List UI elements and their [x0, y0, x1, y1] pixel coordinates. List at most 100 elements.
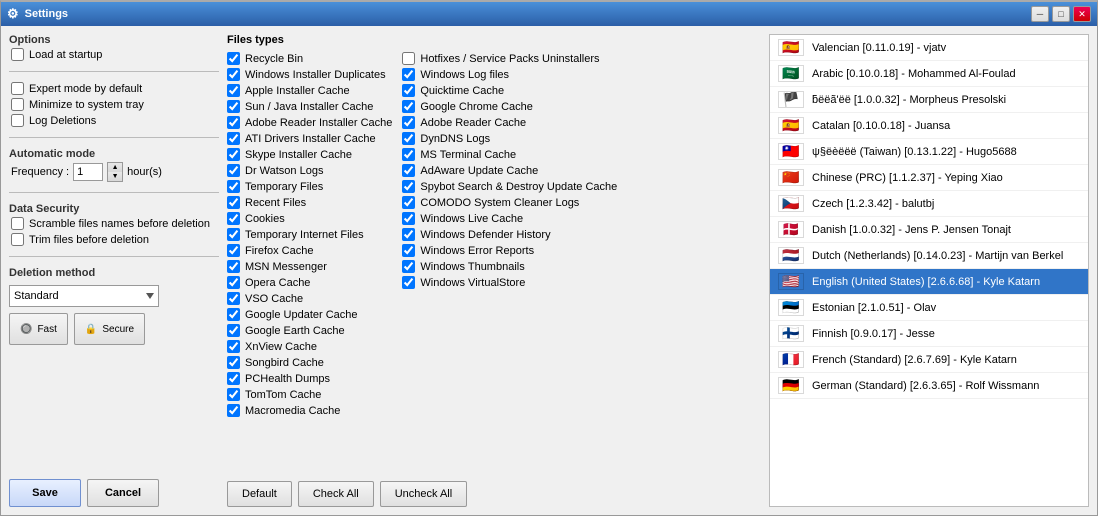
maximize-button[interactable]: □ [1052, 6, 1070, 22]
checkbox-item[interactable]: Adobe Reader Cache [402, 116, 617, 129]
language-item[interactable]: 🇪🇸Catalan [0.10.0.18] - Juansa [770, 113, 1088, 139]
language-item[interactable]: 🇺🇸English (United States) [2.6.6.68] - K… [770, 269, 1088, 295]
expert-mode-row[interactable]: Expert mode by default [11, 82, 219, 95]
log-deletions-row[interactable]: Log Deletions [11, 114, 219, 127]
check-all-button[interactable]: Check All [298, 481, 374, 507]
deletion-method-select[interactable]: Standard [9, 285, 159, 307]
file-type-checkbox[interactable] [402, 52, 415, 65]
checkbox-item[interactable]: Windows Error Reports [402, 244, 617, 257]
cancel-button[interactable]: Cancel [87, 479, 159, 507]
checkbox-item[interactable]: AdAware Update Cache [402, 164, 617, 177]
file-type-checkbox[interactable] [227, 292, 240, 305]
checkbox-item[interactable]: Macromedia Cache [227, 404, 392, 417]
file-type-checkbox[interactable] [227, 260, 240, 273]
file-type-checkbox[interactable] [402, 260, 415, 273]
checkbox-item[interactable]: Windows Installer Duplicates [227, 68, 392, 81]
minimize-tray-checkbox[interactable] [11, 98, 24, 111]
spinner-down[interactable]: ▼ [108, 172, 122, 181]
checkbox-item[interactable]: Skype Installer Cache [227, 148, 392, 161]
checkbox-item[interactable]: Quicktime Cache [402, 84, 617, 97]
checkbox-item[interactable]: Spybot Search & Destroy Update Cache [402, 180, 617, 193]
file-type-checkbox[interactable] [227, 228, 240, 241]
file-type-checkbox[interactable] [227, 324, 240, 337]
file-type-checkbox[interactable] [227, 388, 240, 401]
file-type-checkbox[interactable] [402, 148, 415, 161]
language-item[interactable]: 🇳🇱Dutch (Netherlands) [0.14.0.23] - Mart… [770, 243, 1088, 269]
checkbox-item[interactable]: Temporary Internet Files [227, 228, 392, 241]
file-type-checkbox[interactable] [227, 84, 240, 97]
language-item[interactable]: 🇨🇿Czech [1.2.3.42] - balutbj [770, 191, 1088, 217]
checkbox-item[interactable]: Recycle Bin [227, 52, 392, 65]
file-type-checkbox[interactable] [227, 52, 240, 65]
checkbox-item[interactable]: Dr Watson Logs [227, 164, 392, 177]
file-type-checkbox[interactable] [227, 244, 240, 257]
default-button[interactable]: Default [227, 481, 292, 507]
checkbox-item[interactable]: Opera Cache [227, 276, 392, 289]
language-item[interactable]: 🏴ƃëëã'ëë [1.0.0.32] - Morpheus Presolski [770, 87, 1088, 113]
file-type-checkbox[interactable] [227, 164, 240, 177]
checkbox-item[interactable]: Google Chrome Cache [402, 100, 617, 113]
language-item[interactable]: 🇫🇮Finnish [0.9.0.17] - Jesse [770, 321, 1088, 347]
uncheck-all-button[interactable]: Uncheck All [380, 481, 467, 507]
spinner-up[interactable]: ▲ [108, 163, 122, 172]
file-type-checkbox[interactable] [402, 132, 415, 145]
trim-row[interactable]: Trim files before deletion [11, 233, 219, 246]
checkbox-item[interactable]: Windows Log files [402, 68, 617, 81]
file-type-checkbox[interactable] [402, 212, 415, 225]
load-startup-checkbox[interactable] [11, 48, 24, 61]
checkbox-item[interactable]: ATI Drivers Installer Cache [227, 132, 392, 145]
language-item[interactable]: 🇪🇸Valencian [0.11.0.19] - vjatv [770, 35, 1088, 61]
checkbox-item[interactable]: DynDNS Logs [402, 132, 617, 145]
checkbox-item[interactable]: XnView Cache [227, 340, 392, 353]
language-item[interactable]: 🇫🇷French (Standard) [2.6.7.69] - Kyle Ka… [770, 347, 1088, 373]
secure-button[interactable]: 🔒 Secure [74, 313, 145, 345]
checkbox-item[interactable]: VSO Cache [227, 292, 392, 305]
checkbox-item[interactable]: Apple Installer Cache [227, 84, 392, 97]
file-type-checkbox[interactable] [227, 100, 240, 113]
language-item[interactable]: 🇹🇼ψ§ëèëëë (Taiwan) [0.13.1.22] - Hugo568… [770, 139, 1088, 165]
checkbox-item[interactable]: MSN Messenger [227, 260, 392, 273]
checkbox-item[interactable]: Sun / Java Installer Cache [227, 100, 392, 113]
file-type-checkbox[interactable] [227, 148, 240, 161]
checkbox-item[interactable]: Recent Files [227, 196, 392, 209]
file-type-checkbox[interactable] [227, 212, 240, 225]
checkbox-item[interactable]: Hotfixes / Service Packs Uninstallers [402, 52, 617, 65]
checkbox-item[interactable]: Adobe Reader Installer Cache [227, 116, 392, 129]
expert-mode-checkbox[interactable] [11, 82, 24, 95]
checkbox-item[interactable]: MS Terminal Cache [402, 148, 617, 161]
file-type-checkbox[interactable] [402, 196, 415, 209]
file-type-checkbox[interactable] [227, 180, 240, 193]
file-type-checkbox[interactable] [402, 100, 415, 113]
language-item[interactable]: 🇸🇦Arabic [0.10.0.18] - Mohammed Al-Foula… [770, 61, 1088, 87]
minimize-tray-row[interactable]: Minimize to system tray [11, 98, 219, 111]
file-type-checkbox[interactable] [402, 68, 415, 81]
checkbox-item[interactable]: Firefox Cache [227, 244, 392, 257]
checkbox-item[interactable]: Windows VirtualStore [402, 276, 617, 289]
file-type-checkbox[interactable] [227, 132, 240, 145]
file-type-checkbox[interactable] [227, 196, 240, 209]
file-type-checkbox[interactable] [227, 404, 240, 417]
checkbox-item[interactable]: Windows Live Cache [402, 212, 617, 225]
language-item[interactable]: 🇨🇳Chinese (PRC) [1.1.2.37] - Yeping Xiao [770, 165, 1088, 191]
file-type-checkbox[interactable] [402, 180, 415, 193]
language-item[interactable]: 🇪🇪Estonian [2.1.0.51] - Olav [770, 295, 1088, 321]
file-type-checkbox[interactable] [227, 356, 240, 369]
checkbox-item[interactable]: Windows Defender History [402, 228, 617, 241]
file-type-checkbox[interactable] [402, 228, 415, 241]
scramble-row[interactable]: Scramble files names before deletion [11, 217, 219, 230]
file-type-checkbox[interactable] [227, 308, 240, 321]
file-type-checkbox[interactable] [227, 68, 240, 81]
language-item[interactable]: 🇩🇪German (Standard) [2.6.3.65] - Rolf Wi… [770, 373, 1088, 399]
checkbox-item[interactable]: Windows Thumbnails [402, 260, 617, 273]
language-item[interactable]: 🇩🇰Danish [1.0.0.32] - Jens P. Jensen Ton… [770, 217, 1088, 243]
minimize-button[interactable]: ─ [1031, 6, 1049, 22]
file-type-checkbox[interactable] [402, 164, 415, 177]
checkbox-item[interactable]: Google Updater Cache [227, 308, 392, 321]
log-deletions-checkbox[interactable] [11, 114, 24, 127]
file-type-checkbox[interactable] [402, 244, 415, 257]
save-button[interactable]: Save [9, 479, 81, 507]
checkbox-item[interactable]: Temporary Files [227, 180, 392, 193]
checkbox-item[interactable]: COMODO System Cleaner Logs [402, 196, 617, 209]
file-type-checkbox[interactable] [402, 116, 415, 129]
file-type-checkbox[interactable] [227, 116, 240, 129]
